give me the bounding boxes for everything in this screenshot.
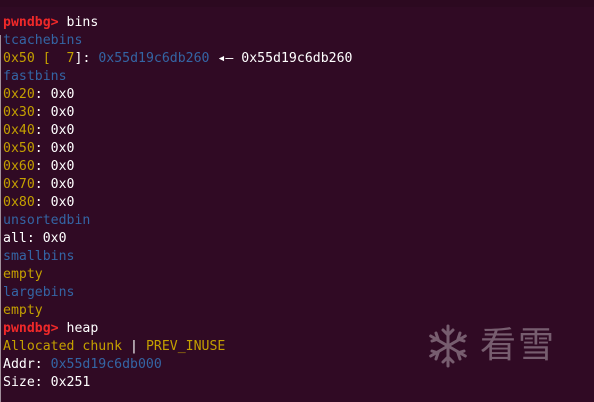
tcache-next: 0x55d19c6db260	[241, 51, 353, 66]
terminal-window[interactable]: pwndbg> bins tcachebins 0x50 [ 7]: 0x55d…	[0, 0, 594, 402]
fastbin-value: 0x0	[50, 105, 75, 120]
fastbin-size: 0x50	[3, 141, 35, 156]
tcache-pointer: 0x55d19c6db260	[98, 51, 210, 66]
command-heap: heap	[66, 321, 99, 336]
fastbin-row: 0x40: 0x0	[3, 123, 75, 138]
fastbin-size: 0x70	[3, 177, 35, 192]
prompt-line-bins: pwndbg> bins	[3, 14, 352, 32]
command-bins: bins	[66, 15, 99, 30]
addr-label: Addr:	[3, 357, 43, 372]
tcache-count: 7	[50, 51, 75, 66]
prompt: pwndbg>	[3, 321, 59, 336]
fastbin-value: 0x0	[50, 159, 75, 174]
chunk-separator: |	[130, 339, 138, 354]
terminal-output: pwndbg> bins tcachebins 0x50 [ 7]: 0x55d…	[3, 14, 352, 392]
addr-value: 0x55d19c6db000	[50, 357, 162, 372]
unsortedbin-entry: all: 0x0	[3, 231, 67, 246]
fastbin-size: 0x30	[3, 105, 35, 120]
fastbin-row: 0x30: 0x0	[3, 105, 75, 120]
tcache-size: 0x50	[3, 51, 35, 66]
chunk-type: Allocated chunk	[3, 339, 123, 354]
fastbin-row: 0x80: 0x0	[3, 195, 75, 210]
fastbin-value: 0x0	[50, 123, 75, 138]
size-label: Size:	[3, 375, 43, 390]
unsorted-value: 0x0	[42, 231, 67, 246]
fastbin-row: 0x50: 0x0	[3, 141, 75, 156]
fastbin-row: 0x20: 0x0	[3, 87, 75, 102]
arrow-icon: ◂—	[217, 51, 234, 66]
chunk-addr: Addr: 0x55d19c6db000	[3, 356, 352, 374]
fastbin-size: 0x40	[3, 123, 35, 138]
fastbin-size: 0x80	[3, 195, 35, 210]
largebins-value: empty	[3, 303, 43, 318]
tcachebins-title: tcachebins	[3, 33, 83, 48]
fastbin-value: 0x0	[50, 87, 75, 102]
tcache-entry: 0x50 [ 7]: 0x55d19c6db260 ◂— 0x55d19c6db…	[3, 50, 352, 68]
tcache-open-bracket: [	[42, 51, 51, 66]
watermark-text: 看雪	[480, 325, 557, 366]
fastbin-size: 0x20	[3, 87, 35, 102]
unsorted-label: all	[3, 231, 27, 246]
fastbin-row: 0x60: 0x0	[3, 159, 75, 174]
snowflake-icon	[429, 324, 467, 368]
terminal-top-edge	[0, 0, 594, 7]
chunk-header: Allocated chunk | PREV_INUSE	[3, 338, 352, 356]
prompt-line-heap: pwndbg> heap	[3, 320, 352, 338]
fastbin-row: 0x70: 0x0	[3, 177, 75, 192]
fastbin-size: 0x60	[3, 159, 35, 174]
chunk-size: Size: 0x251	[3, 374, 352, 392]
fastbin-value: 0x0	[50, 141, 75, 156]
fastbin-value: 0x0	[50, 195, 75, 210]
unsortedbin-title: unsortedbin	[3, 213, 91, 228]
smallbins-value: empty	[3, 267, 43, 282]
kanxue-watermark: 看雪	[424, 318, 584, 374]
prompt: pwndbg>	[3, 15, 59, 30]
largebins-title: largebins	[3, 285, 75, 300]
fastbins-title: fastbins	[3, 69, 67, 84]
fastbin-value: 0x0	[50, 177, 75, 192]
chunk-flag: PREV_INUSE	[145, 339, 226, 354]
tcache-close-bracket: ]:	[74, 51, 91, 66]
size-value: 0x251	[50, 375, 91, 390]
smallbins-title: smallbins	[3, 249, 75, 264]
